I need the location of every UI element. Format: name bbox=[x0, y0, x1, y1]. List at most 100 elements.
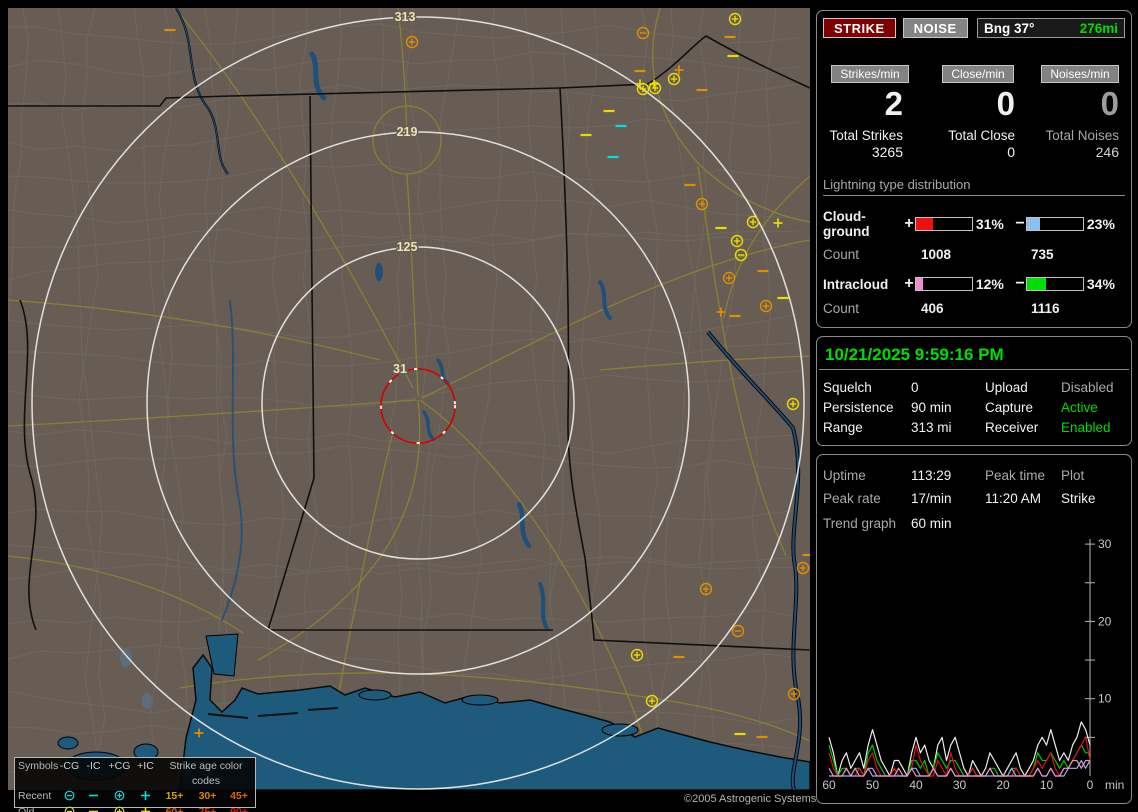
cg-plus-count: 1008 bbox=[921, 247, 1031, 262]
cg-minus-count: 735 bbox=[1031, 247, 1054, 262]
total-noises-label: Total Noises bbox=[1045, 128, 1119, 143]
copyright-text: ©2005 Astrogenic Systems bbox=[684, 793, 816, 805]
strike-button[interactable]: STRIKE bbox=[823, 18, 896, 38]
cg-plus-sign: + bbox=[903, 215, 915, 233]
legend-age-75: 75+ bbox=[191, 805, 224, 812]
trend-graph: 1020306050403020100min bbox=[817, 527, 1132, 804]
close-per-min-chip: Close/min bbox=[942, 65, 1013, 83]
strikes-per-min-chip: Strikes/min bbox=[831, 65, 908, 83]
lightning-distribution: Lightning type distribution Cloud-ground… bbox=[817, 177, 1131, 316]
ic-minus-pct: 34% bbox=[1084, 276, 1125, 292]
ic-plus-sign: + bbox=[903, 275, 915, 293]
plot-value: Strike bbox=[1061, 487, 1131, 510]
ic-minus-sign: − bbox=[1014, 275, 1026, 293]
total-strikes-label: Total Strikes bbox=[829, 128, 903, 143]
svg-text:10: 10 bbox=[1098, 692, 1112, 706]
ic-minus-count: 1116 bbox=[1031, 301, 1060, 316]
bearing-display: Bng 37° 276mi bbox=[977, 18, 1125, 38]
pos-ic-old-icon bbox=[133, 805, 158, 812]
legend-age-90: 90+ bbox=[224, 805, 254, 812]
stormvue-window: 313 219 125 31 Symbols -CG -IC +CG +IC S… bbox=[0, 0, 1138, 812]
neg-cg-old-icon bbox=[58, 805, 81, 812]
total-close-value: 0 bbox=[1007, 144, 1015, 160]
pos-cg-old-icon bbox=[106, 805, 133, 812]
squelch-label: Squelch bbox=[823, 378, 911, 398]
status-panel: 10/21/2025 9:59:16 PM Squelch 0 Upload D… bbox=[816, 336, 1132, 446]
total-close-label: Total Close bbox=[948, 128, 1015, 143]
ring-label-31: 31 bbox=[393, 362, 407, 376]
ring-label-219: 219 bbox=[397, 125, 418, 139]
noises-column: Noises/min 0 Total Noises 246 bbox=[1033, 65, 1127, 161]
svg-text:10: 10 bbox=[1040, 778, 1054, 792]
plot-label: Plot bbox=[1061, 464, 1131, 487]
persistence-label: Persistence bbox=[823, 398, 911, 418]
svg-text:50: 50 bbox=[866, 778, 880, 792]
legend-age-45: 45+ bbox=[224, 789, 254, 805]
cg-minus-bar bbox=[1026, 217, 1084, 231]
ic-minus-bar bbox=[1026, 277, 1084, 291]
svg-text:60: 60 bbox=[822, 778, 836, 792]
receiver-status: Enabled bbox=[1061, 418, 1131, 438]
legend-row-recent-label: Recent bbox=[18, 789, 58, 805]
map-canvas: 313 219 125 31 bbox=[8, 8, 810, 790]
svg-text:20: 20 bbox=[996, 778, 1010, 792]
ic-plus-bar bbox=[915, 277, 973, 291]
lightning-map[interactable]: 313 219 125 31 bbox=[8, 8, 810, 790]
legend-age-15: 15+ bbox=[158, 789, 191, 805]
range-label: Range bbox=[823, 418, 911, 438]
cg-plus-pct: 31% bbox=[973, 216, 1014, 232]
svg-text:0: 0 bbox=[1087, 778, 1094, 792]
upload-label: Upload bbox=[985, 378, 1061, 398]
uptime-value: 113:29 bbox=[911, 464, 985, 487]
peak-rate-label: Peak rate bbox=[823, 487, 911, 510]
total-noises-value: 246 bbox=[1096, 144, 1119, 160]
datetime-display: 10/21/2025 9:59:16 PM bbox=[819, 337, 1129, 370]
svg-text:30: 30 bbox=[953, 778, 967, 792]
strikes-column: Strikes/min 2 Total Strikes 3265 bbox=[817, 65, 923, 161]
legend-age-60: 60+ bbox=[158, 805, 191, 812]
total-strikes-value: 3265 bbox=[872, 144, 903, 160]
legend-age-30: 30+ bbox=[191, 789, 224, 805]
legend-col-neg-cg: -CG bbox=[58, 759, 81, 789]
legend-row-old-label: Old bbox=[18, 805, 58, 812]
legend-col-pos-cg: +CG bbox=[106, 759, 133, 789]
peak-time-value: 11:20 AM bbox=[985, 487, 1061, 510]
svg-text:30: 30 bbox=[1098, 537, 1112, 551]
range-value: 313 mi bbox=[911, 418, 985, 438]
ring-label-313: 313 bbox=[395, 10, 416, 24]
cg-minus-sign: − bbox=[1014, 215, 1026, 233]
legend-col-neg-ic: -IC bbox=[81, 759, 106, 789]
capture-status: Active bbox=[1061, 398, 1131, 418]
upload-status: Disabled bbox=[1061, 378, 1131, 398]
close-per-min-value: 0 bbox=[923, 87, 1033, 121]
cg-count-label: Count bbox=[823, 247, 921, 262]
bearing-label: Bng 37° bbox=[984, 21, 1034, 36]
ring-label-125: 125 bbox=[397, 240, 418, 254]
receiver-label: Receiver bbox=[985, 418, 1061, 438]
ic-plus-pct: 12% bbox=[973, 276, 1014, 292]
legend-col-pos-ic: +IC bbox=[133, 759, 158, 789]
neg-cg-recent-icon bbox=[58, 789, 81, 805]
cloud-ground-label: Cloud-ground bbox=[823, 209, 903, 239]
noises-per-min-chip: Noises/min bbox=[1041, 65, 1118, 83]
uptime-label: Uptime bbox=[823, 464, 911, 487]
trend-panel: Uptime 113:29 Peak time Plot Peak rate 1… bbox=[816, 454, 1132, 804]
legend-symbols-title: Symbols bbox=[18, 759, 58, 789]
strikes-per-min-value: 2 bbox=[817, 87, 923, 121]
ic-count-label: Count bbox=[823, 301, 921, 316]
close-column: Close/min 0 Total Close 0 bbox=[923, 65, 1033, 161]
cg-plus-bar bbox=[915, 217, 973, 231]
svg-text:20: 20 bbox=[1098, 614, 1112, 628]
persistence-value: 90 min bbox=[911, 398, 985, 418]
neg-ic-recent-icon bbox=[81, 789, 106, 805]
neg-ic-old-icon bbox=[81, 805, 106, 812]
pos-cg-recent-icon bbox=[106, 789, 133, 805]
noise-button[interactable]: NOISE bbox=[903, 18, 968, 38]
noises-per-min-value: 0 bbox=[1033, 87, 1127, 121]
peak-time-label: Peak time bbox=[985, 464, 1061, 487]
legend-age-title: Strike age color codes bbox=[158, 759, 254, 789]
intracloud-label: Intracloud bbox=[823, 277, 903, 292]
strike-stats-panel: STRIKE NOISE Bng 37° 276mi Strikes/min 2… bbox=[816, 10, 1132, 328]
distribution-title: Lightning type distribution bbox=[823, 177, 1125, 196]
peak-rate-value: 17/min bbox=[911, 487, 985, 510]
